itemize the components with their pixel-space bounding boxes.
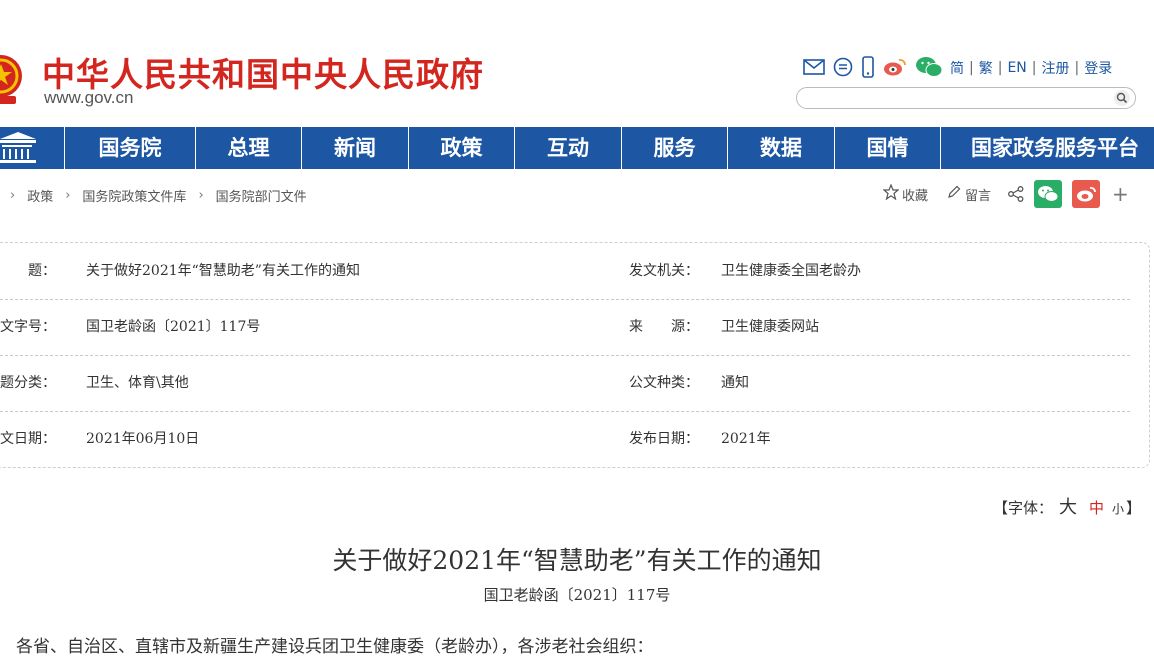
comment-button[interactable]: 留言 <box>946 184 991 204</box>
separator: | <box>1031 60 1037 76</box>
share-weibo-icon[interactable] <box>1072 180 1101 208</box>
nav-item-services[interactable]: 服务 <box>621 127 727 169</box>
article-paragraph: 各省、自治区、直辖市及新疆生产建设兵团卫生健康委（老龄办），各涉老社会组织： <box>16 637 654 657</box>
nav-item-interaction[interactable]: 互动 <box>514 127 621 169</box>
article-tools: 收藏 留言 + <box>882 180 1129 208</box>
breadcrumb: › 政策 › 国务院政策文件库 › 国务院部门文件 <box>0 186 307 205</box>
info-label: 发文字号： <box>0 319 56 335</box>
info-value-source: 卫生健康委网站 <box>721 319 819 335</box>
info-label: 公文种类： <box>629 375 699 391</box>
font-size-label: 【字体： <box>993 499 1054 517</box>
info-value-issuer: 卫生健康委全国老龄办 <box>721 263 861 279</box>
info-label: 主题分类： <box>0 375 56 391</box>
nav-item-gov-service-platform[interactable]: 国家政务服务平台 <box>940 127 1154 169</box>
info-row: 成文日期： 2021年06月10日 发布日期： 2021年 <box>0 411 1154 467</box>
nav-item-policy[interactable]: 政策 <box>408 127 514 169</box>
info-label: 发布日期： <box>629 431 699 447</box>
lang-traditional-link[interactable]: 繁 <box>979 58 993 78</box>
breadcrumb-item-department-docs[interactable]: 国务院部门文件 <box>216 186 307 205</box>
nav-item-data[interactable]: 数据 <box>727 127 834 169</box>
chevron-right-icon: › <box>198 188 204 203</box>
info-row: 标 题： 关于做好2021年“智慧助老”有关工作的通知 发文机关： 卫生健康委全… <box>0 243 1154 299</box>
more-share-icon[interactable]: + <box>1112 182 1129 206</box>
font-size-small-button[interactable]: 小 <box>1112 502 1124 516</box>
breadcrumb-item-policy[interactable]: 政策 <box>27 186 53 205</box>
nav-item-state-council[interactable]: 国务院 <box>64 127 195 169</box>
share-icon[interactable] <box>1007 185 1025 203</box>
info-label: 成文日期： <box>0 431 56 447</box>
site-url[interactable]: www.gov.cn <box>44 88 133 108</box>
nav-item-national-info[interactable]: 国情 <box>834 127 940 169</box>
search-input[interactable] <box>807 90 1111 108</box>
mail-icon[interactable] <box>803 59 825 75</box>
info-value-title: 关于做好2021年“智慧助老”有关工作的通知 <box>86 263 360 279</box>
info-label: 标 题： <box>0 263 56 279</box>
nav-item-premier[interactable]: 总理 <box>195 127 301 169</box>
info-value-doc-no: 国卫老龄函〔2021〕117号 <box>86 319 261 335</box>
login-link[interactable]: 登录 <box>1084 58 1112 78</box>
info-value-doc-type: 通知 <box>721 375 749 391</box>
article-title: 关于做好2021年“智慧助老”有关工作的通知 <box>332 546 822 575</box>
register-link[interactable]: 注册 <box>1041 58 1069 78</box>
pencil-icon <box>946 184 962 204</box>
mobile-icon[interactable] <box>861 56 875 78</box>
info-label: 发文机关： <box>629 263 699 279</box>
search-box <box>796 87 1136 109</box>
separator: | <box>1074 60 1080 76</box>
font-size-switcher: 【字体： 大中小】 <box>993 493 1141 519</box>
separator: | <box>997 60 1003 76</box>
favorite-label: 收藏 <box>902 188 929 204</box>
chevron-right-icon: › <box>10 188 16 203</box>
national-emblem-icon <box>0 52 24 108</box>
info-label: 来 源： <box>629 319 699 335</box>
home-building-icon[interactable] <box>0 127 62 169</box>
nav-item-news[interactable]: 新闻 <box>301 127 408 169</box>
share-wechat-icon[interactable] <box>1034 180 1063 208</box>
info-value-written-date: 2021年06月10日 <box>86 431 200 447</box>
star-icon <box>882 183 900 204</box>
weibo-icon[interactable] <box>883 57 907 77</box>
comment-label: 留言 <box>965 188 992 204</box>
font-size-medium-button[interactable]: 中 <box>1089 499 1104 517</box>
lang-simplified-link[interactable]: 简 <box>950 58 964 78</box>
top-icon-bar <box>803 56 943 78</box>
info-row: 主题分类： 卫生、体育\其他 公文种类： 通知 <box>0 355 1154 411</box>
info-value-publish-date: 2021年 <box>721 431 771 447</box>
lang-english-link[interactable]: EN <box>1007 60 1026 76</box>
font-size-large-button[interactable]: 大 <box>1059 497 1077 518</box>
language-links: 简 | 繁 | EN | 注册 | 登录 <box>950 58 1112 78</box>
separator: | <box>969 60 974 76</box>
font-size-bracket: 】 <box>1126 499 1142 517</box>
message-icon[interactable] <box>833 57 853 77</box>
article-doc-number: 国卫老龄函〔2021〕117号 <box>483 586 671 604</box>
favorite-button[interactable]: 收藏 <box>882 183 929 204</box>
info-row: 发文字号： 国卫老龄函〔2021〕117号 来 源： 卫生健康委网站 <box>0 299 1154 355</box>
search-icon[interactable] <box>1113 89 1131 111</box>
info-value-category: 卫生、体育\其他 <box>86 375 189 391</box>
breadcrumb-item-policy-library[interactable]: 国务院政策文件库 <box>82 186 186 205</box>
chevron-right-icon: › <box>65 188 71 203</box>
main-nav: 国务院 总理 新闻 政策 互动 服务 数据 国情 国家政务服务平台 <box>0 127 1154 169</box>
wechat-icon[interactable] <box>915 56 943 78</box>
